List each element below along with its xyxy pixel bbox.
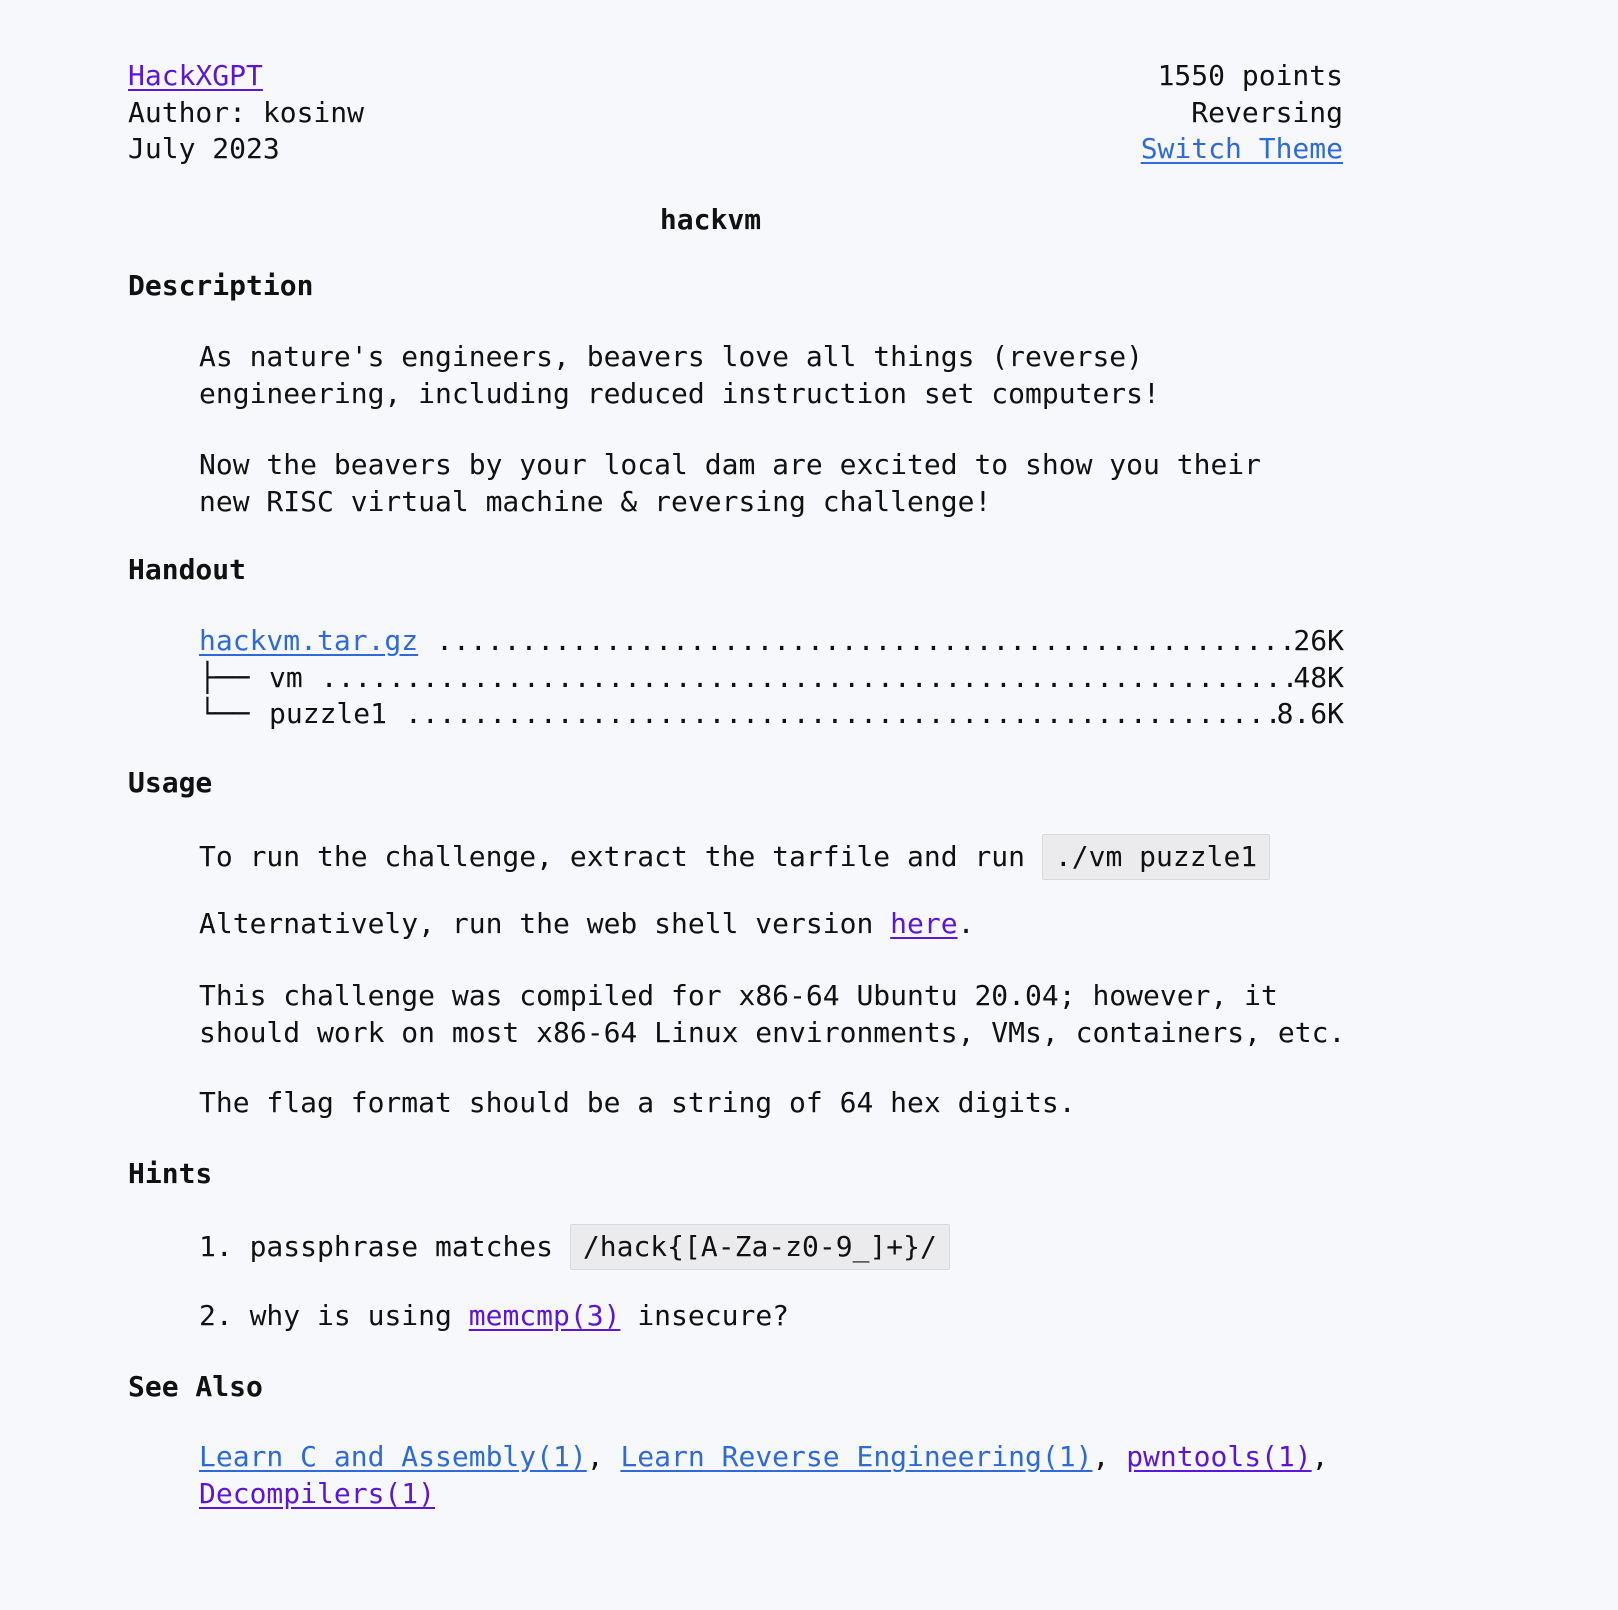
pwntools-link[interactable]: pwntools(1) [1126, 1440, 1311, 1473]
file-row: hackvm.tar.gz ..........................… [199, 623, 1344, 660]
page-title: hackvm [659, 203, 762, 236]
learn-reverse-engineering-link[interactable]: Learn Reverse Engineering(1) [620, 1440, 1092, 1473]
separator: , [586, 1440, 604, 1473]
usage-alt-period: . [957, 907, 975, 940]
description-line: new RISC virtual machine & reversing cha… [199, 484, 992, 518]
usage-flag: The flag format should be a string of 64… [199, 1085, 1076, 1122]
hint-number: 1. [199, 1230, 233, 1263]
file-size: 48K [1293, 660, 1344, 694]
hint-number: 2. [199, 1299, 233, 1332]
handout-file-tree: hackvm.tar.gz ..........................… [199, 623, 1344, 733]
hint-item-2: 2. why is using memcmp(3) insecure? [199, 1298, 789, 1335]
usage-heading: Usage [128, 766, 213, 799]
run-command-code: ./vm puzzle1 [1041, 834, 1271, 880]
switch-theme-link[interactable]: Switch Theme [1141, 132, 1343, 165]
hint-text: passphrase matches [249, 1230, 554, 1263]
description-text: As nature's engineers, beavers love all … [199, 339, 1261, 520]
site-home-link[interactable]: HackXGPT [128, 59, 263, 92]
description-line: engineering, including reduced instructi… [199, 376, 1160, 410]
file-row: └── puzzle1 ............................… [199, 696, 1344, 733]
category-label: Reversing [1191, 95, 1343, 129]
description-line: As nature's engineers, beavers love all … [199, 340, 1144, 373]
points-label: 1550 points [1157, 59, 1343, 92]
handout-download-link[interactable]: hackvm.tar.gz [199, 623, 418, 660]
file-name: puzzle1 [269, 697, 388, 730]
decompilers-link[interactable]: Decompilers(1) [199, 1477, 435, 1510]
separator: , [1092, 1440, 1110, 1473]
memcmp-manpage-link[interactable]: memcmp(3) [469, 1299, 621, 1332]
usage-compiled-line: This challenge was compiled for x86-64 U… [199, 979, 1278, 1012]
passphrase-regex-code: /hack{[A-Za-z0-9_]+}/ [569, 1224, 950, 1270]
header-left: HackXGPT Author: kosinw July 2023 [128, 58, 364, 168]
usage-compiled-line: should work on most x86-64 Linux environ… [199, 1015, 1346, 1049]
usage-alt: Alternatively, run the web shell version… [199, 906, 974, 943]
handout-heading: Handout [128, 553, 247, 586]
flag-format-text: The flag format should be a string of 64… [199, 1086, 1076, 1119]
dot-leader: ........................................… [320, 660, 1294, 694]
description-line: Now the beavers by your local dam are ex… [199, 448, 1262, 481]
file-name: vm [269, 660, 303, 694]
learn-c-assembly-link[interactable]: Learn C and Assembly(1) [199, 1440, 587, 1473]
separator: , [1311, 1440, 1329, 1473]
usage-text: To run the challenge, extract the tarfil… [199, 834, 1271, 880]
file-row: ├── vm .................................… [199, 660, 1344, 697]
hint-text: insecure? [637, 1299, 790, 1332]
dot-leader: ........................................… [405, 697, 1277, 730]
tree-branch-icon: ├── [199, 660, 267, 694]
usage-alt-text: Alternatively, run the web shell version [199, 907, 874, 940]
see-also-heading: See Also [128, 1370, 263, 1403]
usage-compiled: This challenge was compiled for x86-64 U… [199, 978, 1345, 1051]
file-size: 8.6K [1276, 697, 1344, 730]
description-heading: Description [128, 269, 314, 302]
hint-text: why is using [249, 1299, 452, 1332]
dot-leader: ........................................… [436, 624, 1294, 657]
date-label: July 2023 [128, 132, 280, 165]
see-also-links: Learn C and Assembly(1), Learn Reverse E… [199, 1439, 1328, 1512]
tree-end-icon: └── [199, 697, 267, 730]
hint-item-1: 1. passphrase matches /hack{[A-Za-z0-9_]… [199, 1224, 950, 1270]
usage-run-text: To run the challenge, extract the tarfil… [199, 840, 1026, 873]
file-size: 26K [1293, 624, 1344, 657]
hints-heading: Hints [128, 1157, 213, 1190]
author-label: Author: kosinw [128, 95, 365, 129]
web-shell-link[interactable]: here [890, 907, 957, 940]
header-right: 1550 points Reversing Switch Theme [1141, 58, 1343, 168]
